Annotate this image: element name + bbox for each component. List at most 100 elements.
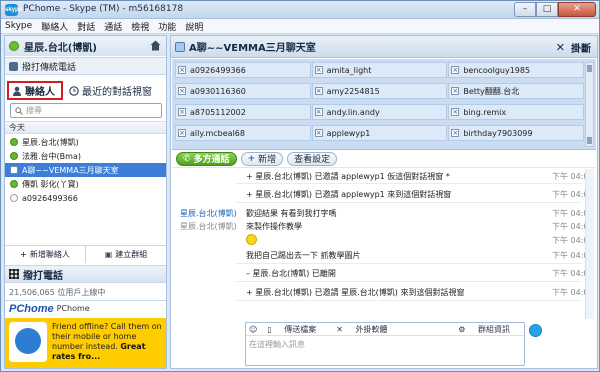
online-user-count: 21,506,065 位用戶上線中	[9, 288, 106, 297]
participant[interactable]: × Betty翻翻.台北	[448, 83, 585, 99]
file-icon: ▯	[267, 324, 272, 334]
participants-row: × a0926499366 × amita_light × bencoolguy198…	[175, 62, 585, 80]
plugins-button[interactable]: ✕ 外掛軟體	[336, 324, 397, 335]
menu-conversation[interactable]: 對話	[77, 20, 95, 33]
remove-participant-icon[interactable]: ×	[178, 66, 186, 74]
message-composer: ☺ ▯ 傳送檔案 ✕ 外掛軟體 ⚙ 群組資訊 在這裡輸入訊息	[245, 322, 525, 366]
menu-contacts[interactable]: 聯絡人	[41, 20, 68, 33]
create-group-button[interactable]: ▣ 建立群組	[86, 246, 166, 263]
scroll-up-arrow-icon[interactable]	[587, 65, 592, 72]
participant[interactable]: × amita_light	[311, 62, 448, 78]
contact-item[interactable]: 法雅.台中(Bma)	[5, 149, 166, 163]
message-body: 歡迎結果 有看到我打字嗎	[246, 208, 337, 218]
offline-status-icon	[10, 194, 18, 202]
message-history: + 星辰.台北(博凱) 已邀請 applewyp1 仮這個對話視窗 * 下午 0…	[172, 168, 596, 320]
conversation-header: A聊~~VEMMA三月聊天室 ✕ 掛斷	[171, 36, 597, 58]
maximize-button[interactable]: □	[536, 2, 558, 17]
section-header-today: 今天	[5, 121, 166, 134]
menu-help[interactable]: 說明	[185, 20, 203, 33]
participant[interactable]: × birthday7903099	[448, 125, 585, 141]
mobile-phone-icon	[9, 322, 47, 362]
contact-name: 星辰.台北(博凱)	[22, 137, 79, 147]
dial-phone-button[interactable]: 撥打電話	[5, 265, 166, 283]
pchome-brand[interactable]: PChome PChome	[5, 300, 166, 316]
participant-name: ally.mcbeal68	[190, 128, 245, 138]
conversation-title: A聊~~VEMMA三月聊天室	[189, 43, 316, 54]
contact-item-selected[interactable]: A聊~~VEMMA三月聊天室	[5, 163, 166, 177]
remove-participant-icon[interactable]: ×	[451, 129, 460, 137]
message-row: 星辰.台北(博凱) 歡迎結果 有看到我打字嗎 下午 04:07	[172, 207, 594, 219]
online-status-icon	[10, 138, 18, 146]
tab-contacts[interactable]: 聯絡人	[7, 81, 63, 100]
participants-row: × a0930116360 × amy2254815 × Betty翻翻.台北	[175, 83, 585, 101]
clock-icon	[69, 85, 79, 96]
remove-participant-icon[interactable]: ×	[314, 129, 323, 137]
promo-banner[interactable]: Friend offline? Call them on their mobil…	[5, 318, 166, 368]
view-settings-button[interactable]: 查看設定	[287, 151, 338, 166]
participant[interactable]: × amy2254815	[311, 83, 448, 99]
contact-name: 傳凱 彰化(丫寶)	[22, 179, 79, 189]
message-sender[interactable]: 星辰.台北(博凱)	[180, 208, 238, 219]
message-sender[interactable]: 星辰.台北(博凱)	[180, 221, 238, 232]
menu-call[interactable]: 通話	[104, 20, 122, 33]
multi-call-button[interactable]: ✆ 多方通話	[176, 151, 237, 166]
send-file-button[interactable]: ▯ 傳送檔案	[267, 324, 326, 335]
search-icon	[15, 106, 23, 115]
contact-item[interactable]: a0926499366	[5, 191, 166, 205]
participant[interactable]: × a0930116360	[175, 83, 311, 99]
remove-participant-icon[interactable]: ×	[178, 129, 186, 137]
participant[interactable]: × a8705112002	[175, 104, 311, 120]
call-phones-button[interactable]: 撥打傳統電話	[5, 57, 166, 75]
participant[interactable]: × andy.lin.andy	[311, 104, 448, 120]
menu-skype[interactable]: Skype	[5, 21, 32, 31]
group-chat-icon	[10, 166, 18, 174]
remove-participant-icon[interactable]: ×	[178, 108, 186, 116]
plugins-label: 外掛軟體	[355, 324, 388, 334]
message-scrollbar[interactable]	[585, 169, 594, 319]
conversation-toolbar: ✆ 多方通話 + 新增 查看設定	[172, 150, 596, 168]
minimize-button[interactable]: –	[514, 2, 536, 17]
emoticon-button[interactable]: ☺	[249, 325, 257, 334]
add-participant-button[interactable]: + 新增	[240, 151, 284, 166]
message-emoticon	[246, 233, 257, 247]
divider	[236, 300, 582, 301]
menu-tools[interactable]: 功能	[158, 20, 176, 33]
remove-participant-icon[interactable]: ×	[314, 108, 323, 116]
remove-participant-icon[interactable]: ×	[314, 87, 323, 95]
participant-name: bing.remix	[463, 107, 507, 117]
pchome-label: PChome	[56, 304, 90, 313]
contact-item[interactable]: 星辰.台北(博凱)	[5, 135, 166, 149]
participant[interactable]: × bencoolguy1985	[448, 62, 585, 78]
participant[interactable]: × bing.remix	[448, 104, 585, 120]
home-icon[interactable]	[150, 40, 161, 51]
participants-scrollbar[interactable]	[585, 62, 594, 147]
search-input[interactable]: 搜尋	[10, 103, 162, 118]
scroll-down-arrow-icon[interactable]	[587, 137, 592, 144]
send-message-icon[interactable]	[529, 324, 542, 337]
group-info-button[interactable]: ⚙ 群組資訊	[458, 324, 520, 335]
remove-participant-icon[interactable]: ×	[451, 66, 460, 74]
add-contact-button[interactable]: + 新增聯絡人	[5, 246, 86, 263]
remove-participant-icon[interactable]: ×	[451, 108, 460, 116]
left-panel: 星辰.台北(博凱) 撥打傳統電話 聯絡人 最近的對話視窗 搜尋 今天 星辰.台北…	[4, 35, 167, 369]
profile-bar[interactable]: 星辰.台北(博凱)	[5, 36, 166, 56]
remove-participant-icon[interactable]: ×	[314, 66, 323, 74]
contact-item[interactable]: 傳凱 彰化(丫寶)	[5, 177, 166, 191]
remove-participant-icon[interactable]: ×	[451, 87, 460, 95]
hang-up-button[interactable]: ✕ 掛斷	[556, 40, 591, 55]
view-settings-label: 查看設定	[294, 155, 331, 165]
online-status-icon[interactable]	[9, 41, 19, 51]
participant[interactable]: × applewyp1	[311, 125, 448, 141]
group-chat-icon	[175, 41, 185, 52]
participant-name: applewyp1	[326, 128, 371, 138]
participant-name: a8705112002	[190, 107, 246, 117]
tab-recent-conversations[interactable]: 最近的對話視窗	[69, 83, 152, 98]
participant[interactable]: × ally.mcbeal68	[175, 125, 311, 141]
menu-view[interactable]: 檢視	[131, 20, 149, 33]
remove-participant-icon[interactable]: ×	[178, 87, 186, 95]
close-button[interactable]: ✕	[558, 2, 596, 17]
group-info-label: 群組資訊	[478, 324, 510, 334]
message-input[interactable]: 在這裡輸入訊息	[246, 336, 524, 353]
participant[interactable]: × a0926499366	[175, 62, 311, 78]
menu-bar: Skype 聯絡人 對話 通話 檢視 功能 說明	[1, 19, 599, 34]
